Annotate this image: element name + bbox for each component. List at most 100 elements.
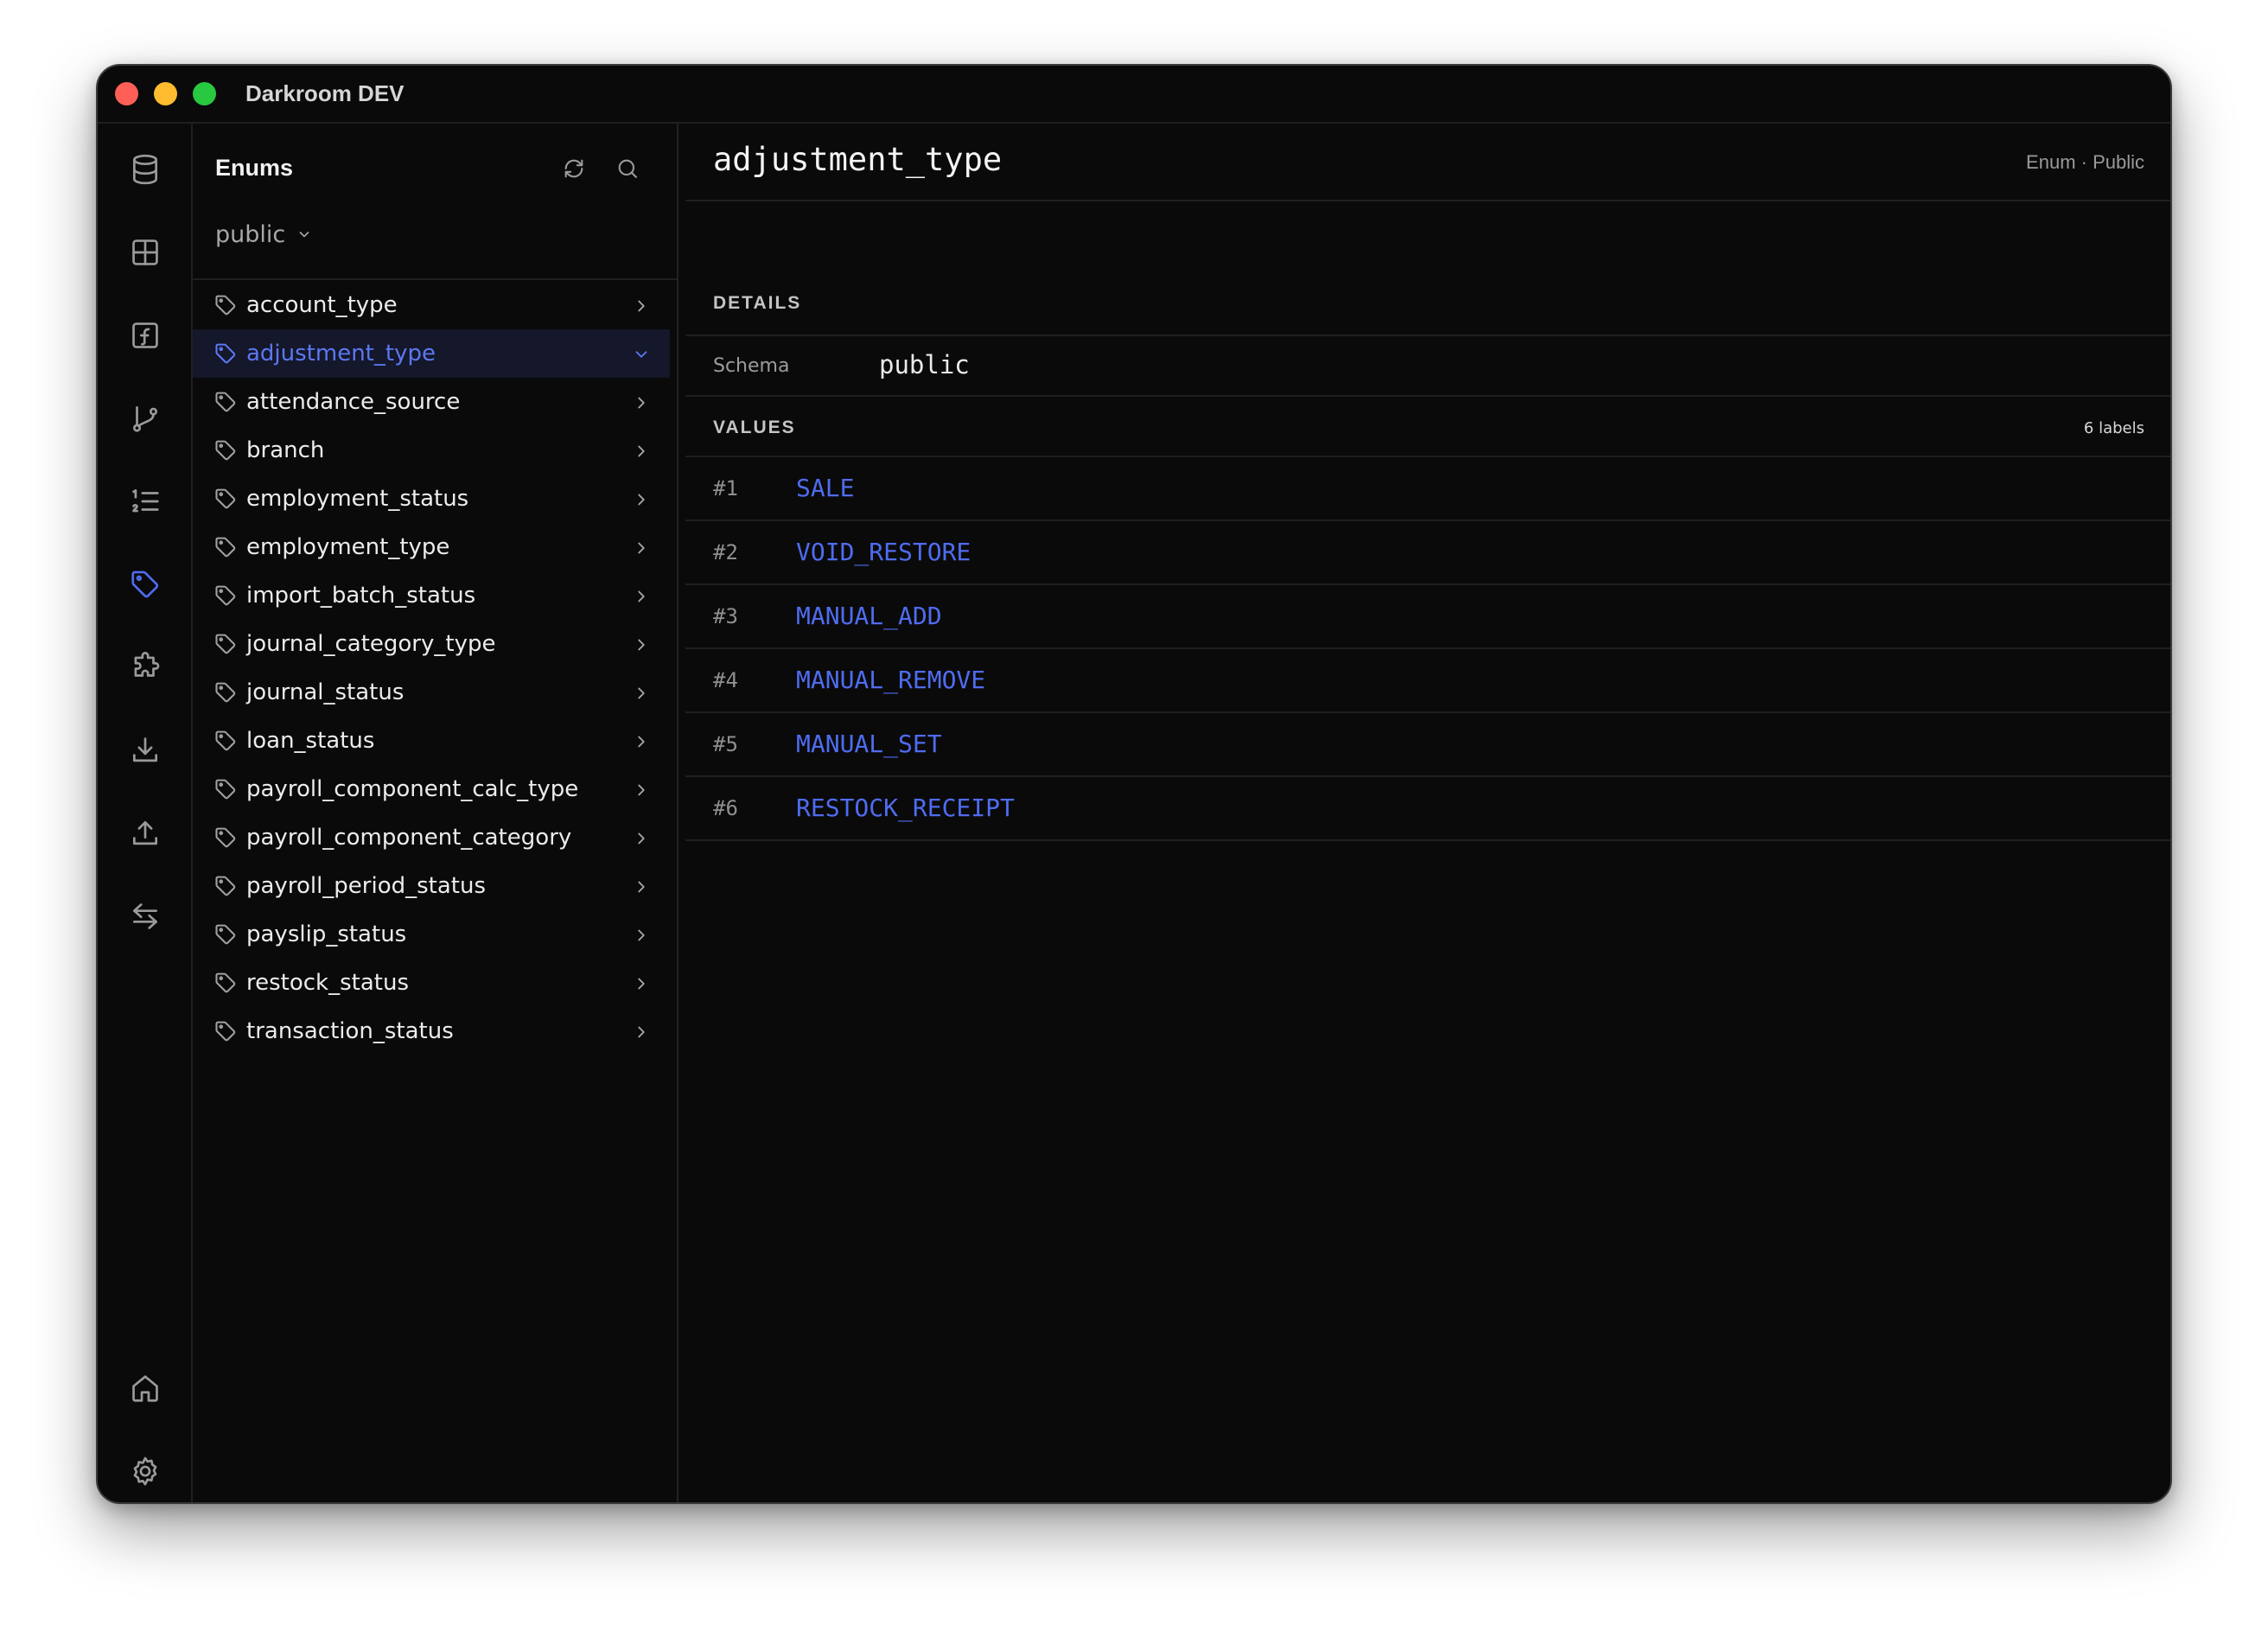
- enum-list-item-label: transaction_status: [246, 1018, 454, 1044]
- enum-list-item[interactable]: attendance_source: [193, 378, 670, 426]
- chevron-down-icon: [299, 231, 309, 238]
- enum-value-index: #1: [713, 476, 738, 500]
- chevron-right-icon: [632, 780, 651, 799]
- chevron-right-icon: [632, 877, 651, 896]
- enum-list-item-label: employment_type: [246, 534, 450, 560]
- enum-list-item-label: journal_status: [246, 679, 405, 705]
- title-bar: Darkroom DEV: [98, 66, 2170, 124]
- database-icon[interactable]: [127, 151, 163, 188]
- puzzle-icon[interactable]: [127, 649, 163, 685]
- enum-value-index: #5: [713, 732, 738, 756]
- enum-values-list: #1 SALE #2 VOID_RESTORE #3 MANUAL_ADD #4 MANUAL…: [685, 456, 2170, 841]
- enum-list-item[interactable]: payslip_status: [193, 910, 670, 959]
- enum-list-item[interactable]: employment_type: [193, 523, 670, 571]
- table-grid-icon[interactable]: [127, 234, 163, 271]
- enum-value-index: #4: [713, 668, 738, 692]
- tag-icon: [213, 389, 239, 415]
- tag-icon[interactable]: [127, 566, 163, 602]
- enum-list-item-label: account_type: [246, 292, 398, 318]
- enum-list: account_type adjustment_type attendance_so…: [193, 281, 670, 1055]
- tag-icon: [213, 873, 239, 899]
- nav-rail: [98, 124, 193, 1502]
- chevron-right-icon: [632, 586, 651, 605]
- enum-list-item-label: payroll_period_status: [246, 873, 487, 899]
- enum-value-label: MANUAL_ADD: [796, 602, 942, 630]
- enum-list-item[interactable]: payroll_component_category: [193, 813, 670, 862]
- enum-list-item[interactable]: import_batch_status: [193, 571, 670, 620]
- tag-icon: [213, 921, 239, 947]
- enum-list-item-label: branch: [246, 437, 325, 463]
- tag-icon: [213, 1018, 239, 1044]
- enum-value-label: RESTOCK_RECEIPT: [796, 794, 1015, 822]
- enum-list-item[interactable]: transaction_status: [193, 1007, 670, 1055]
- enum-value-label: MANUAL_REMOVE: [796, 666, 986, 694]
- enum-value-index: #3: [713, 604, 738, 628]
- enum-value-row: #6 RESTOCK_RECEIPT: [685, 777, 2170, 841]
- enum-list-item[interactable]: account_type: [193, 281, 670, 329]
- schema-key: Schema: [713, 355, 790, 377]
- function-icon[interactable]: [127, 317, 163, 354]
- git-branch-icon[interactable]: [127, 400, 163, 437]
- detail-header: adjustment_type Enum · Public: [685, 124, 2170, 201]
- numbered-list-icon[interactable]: [127, 483, 163, 520]
- enum-list-item-label: payroll_component_calc_type: [246, 776, 579, 802]
- schema-detail-row: Schema public: [685, 335, 2170, 397]
- chevron-right-icon: [632, 828, 651, 847]
- enum-list-item-label: journal_category_type: [246, 631, 496, 657]
- enum-list-item[interactable]: payroll_period_status: [193, 862, 670, 910]
- enum-list-item-label: payroll_component_category: [246, 825, 572, 851]
- schema-dropdown[interactable]: public: [215, 217, 313, 252]
- app-window: Darkroom DEV Enums public account_type a…: [96, 64, 2172, 1504]
- close-window-button[interactable]: [115, 82, 138, 105]
- upload-icon[interactable]: [127, 815, 163, 851]
- enum-list-item-label: loan_status: [246, 728, 375, 754]
- enum-detail-panel: adjustment_type Enum · Public DETAILS Sc…: [685, 124, 2170, 1502]
- sidebar-header: Enums: [193, 124, 677, 210]
- sidebar-title: Enums: [215, 155, 294, 181]
- tag-icon: [213, 728, 239, 754]
- zoom-window-button[interactable]: [193, 82, 216, 105]
- tag-icon: [213, 534, 239, 560]
- enum-list-item-label: import_batch_status: [246, 583, 476, 609]
- enum-list-item-label: adjustment_type: [246, 341, 436, 367]
- minimize-window-button[interactable]: [154, 82, 177, 105]
- swap-arrows-icon[interactable]: [127, 898, 163, 934]
- enum-list-item[interactable]: employment_status: [193, 475, 670, 523]
- enum-list-item[interactable]: journal_status: [193, 668, 670, 717]
- enum-value-index: #2: [713, 540, 738, 564]
- enum-list-item[interactable]: journal_category_type: [193, 620, 670, 668]
- download-icon[interactable]: [127, 732, 163, 768]
- detail-meta: Enum · Public: [2026, 151, 2144, 173]
- chevron-right-icon: [632, 392, 651, 411]
- tag-icon: [213, 486, 239, 512]
- enum-list-item[interactable]: branch: [193, 426, 670, 475]
- tag-icon: [213, 679, 239, 705]
- chevron-right-icon: [632, 634, 651, 653]
- details-section-label: DETAILS: [713, 293, 802, 313]
- sidebar-divider: [193, 278, 677, 280]
- enum-list-item[interactable]: adjustment_type: [193, 329, 670, 378]
- tag-icon: [213, 825, 239, 851]
- enum-list-item-label: restock_status: [246, 970, 410, 996]
- chevron-right-icon: [632, 731, 651, 750]
- refresh-icon[interactable]: [559, 154, 589, 183]
- enum-list-item-label: payslip_status: [246, 921, 407, 947]
- enum-list-item[interactable]: loan_status: [193, 717, 670, 765]
- enum-value-row: #1 SALE: [685, 457, 2170, 521]
- tag-icon: [213, 437, 239, 463]
- enum-list-item[interactable]: restock_status: [193, 959, 670, 1007]
- schema-value: public: [879, 350, 970, 379]
- home-icon[interactable]: [127, 1370, 163, 1406]
- tag-icon: [213, 583, 239, 609]
- enum-list-item[interactable]: payroll_component_calc_type: [193, 765, 670, 813]
- enums-sidebar: Enums public account_type adjustment_type…: [193, 124, 678, 1502]
- chevron-right-icon: [632, 973, 651, 992]
- chevron-right-icon: [632, 683, 651, 702]
- chevron-right-icon: [632, 489, 651, 508]
- chevron-right-icon: [632, 1022, 651, 1041]
- enum-value-label: SALE: [796, 474, 855, 502]
- settings-gear-icon[interactable]: [127, 1453, 163, 1489]
- tag-icon: [213, 970, 239, 996]
- search-icon[interactable]: [613, 154, 642, 183]
- enum-value-row: #3 MANUAL_ADD: [685, 585, 2170, 649]
